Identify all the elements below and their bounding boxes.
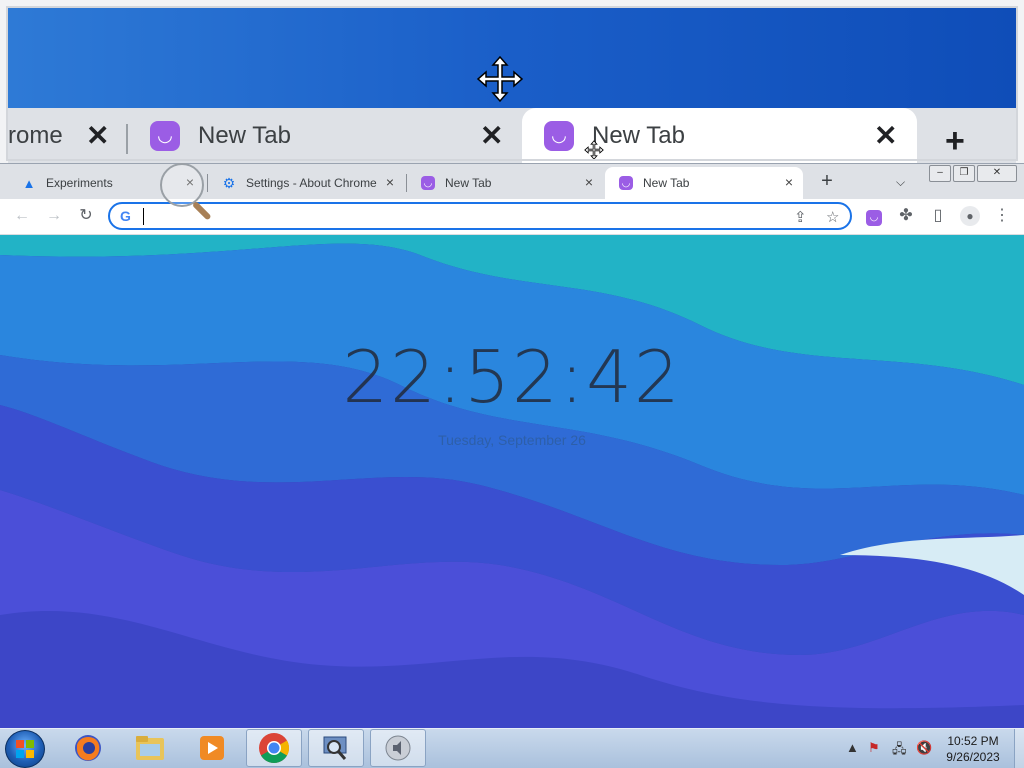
- extension-face-icon[interactable]: ◡: [862, 205, 886, 227]
- magnifier-view: rome ✕ ◡ New Tab ✕ ◡ New Tab ✕ +: [0, 0, 1024, 164]
- new-tab-page: 22:52:42 Tuesday, September 26: [0, 235, 1024, 728]
- gear-icon: ⚙: [222, 174, 236, 191]
- back-button[interactable]: ←: [10, 205, 34, 227]
- show-desktop-button[interactable]: [1014, 729, 1024, 768]
- network-icon[interactable]: 🖧: [892, 740, 907, 762]
- tab-label: New Tab: [643, 176, 690, 190]
- taskbar-sound[interactable]: [370, 729, 426, 767]
- chevron-down-icon[interactable]: ⌵: [896, 170, 914, 194]
- tab-label: New Tab: [445, 176, 492, 190]
- text-cursor: [143, 208, 144, 225]
- profile-icon[interactable]: ●: [958, 205, 982, 227]
- close-window-button[interactable]: ✕: [977, 165, 1017, 182]
- close-icon[interactable]: ×: [785, 174, 793, 190]
- close-icon[interactable]: ×: [585, 174, 593, 190]
- tab-label: New Tab: [592, 121, 685, 149]
- address-input[interactable]: [142, 207, 746, 227]
- show-hidden-icons[interactable]: ▲: [846, 740, 859, 755]
- tab-separator: [126, 124, 128, 154]
- magnified-tab-new-tab: ◡ New Tab ✕: [150, 108, 510, 163]
- tray-time: 10:52 PM: [947, 734, 999, 748]
- extension-face-icon: ◡: [619, 176, 633, 190]
- chrome-icon: [259, 733, 290, 764]
- date-display: Tuesday, September 26: [438, 432, 586, 448]
- taskbar-media-player[interactable]: [184, 729, 240, 767]
- bookmark-star-icon[interactable]: ☆: [826, 208, 839, 226]
- action-center-flag-icon[interactable]: ⚑: [868, 740, 880, 756]
- magnifier-lens-icon: [160, 163, 204, 207]
- share-icon[interactable]: ⇪: [794, 208, 807, 226]
- forward-button[interactable]: →: [42, 205, 66, 227]
- tab-label: rome: [8, 121, 63, 149]
- puzzle-icon[interactable]: ✤: [894, 205, 918, 227]
- minimize-button[interactable]: –: [929, 165, 951, 182]
- magnified-tab-settings: rome ✕: [8, 108, 128, 163]
- system-clock[interactable]: 10:52 PM 9/26/2023: [938, 733, 1008, 765]
- volume-muted-icon[interactable]: 🔇: [916, 740, 932, 756]
- folder-icon: [136, 736, 164, 760]
- close-icon: ✕: [86, 120, 110, 151]
- tab-new-tab[interactable]: ◡ New Tab ×: [407, 167, 603, 199]
- tab-label: Settings - About Chrome: [246, 176, 377, 190]
- new-tab-button[interactable]: +: [814, 170, 840, 194]
- media-player-icon: [200, 736, 224, 760]
- tab-settings[interactable]: ⚙ Settings - About Chrome ×: [208, 167, 404, 199]
- google-icon: G: [120, 208, 131, 224]
- menu-icon[interactable]: ⋮: [990, 205, 1014, 227]
- start-button[interactable]: [5, 730, 45, 768]
- taskbar-magnifier[interactable]: [308, 729, 364, 767]
- extension-face-icon: ◡: [421, 176, 435, 190]
- magnifier-app-icon: [323, 736, 347, 760]
- windows-logo-icon: [16, 740, 34, 758]
- speaker-icon: [385, 735, 411, 761]
- taskbar-explorer[interactable]: [122, 729, 178, 767]
- reload-button[interactable]: ↻: [74, 205, 98, 227]
- tab-new-tab-active[interactable]: ◡ New Tab ×: [605, 167, 803, 199]
- taskbar-firefox[interactable]: [60, 729, 116, 767]
- side-panel-icon[interactable]: ▯: [926, 205, 950, 227]
- clock-display: 22:52:42: [342, 335, 682, 419]
- extension-face-icon: ◡: [544, 120, 574, 151]
- firefox-icon: [75, 735, 101, 761]
- tab-label: New Tab: [198, 121, 291, 149]
- wave-background: [0, 235, 1024, 728]
- taskbar-chrome[interactable]: [246, 729, 302, 767]
- tray-date: 9/26/2023: [946, 750, 1000, 764]
- close-icon: ✕: [874, 120, 898, 151]
- close-icon: ✕: [480, 120, 504, 151]
- magnified-new-tab-button: +: [945, 122, 965, 160]
- move-cursor-icon: [476, 55, 524, 103]
- small-move-cursor-icon: [584, 140, 604, 160]
- restore-button[interactable]: ❐: [953, 165, 975, 182]
- flask-icon: ▲: [22, 175, 36, 191]
- omnibox[interactable]: G ⇪ ☆: [108, 202, 852, 230]
- tab-label: Experiments: [46, 176, 113, 190]
- close-icon[interactable]: ×: [386, 174, 394, 190]
- extension-face-icon: ◡: [150, 120, 180, 151]
- magnified-tab-new-tab-active: ◡ New Tab ✕: [522, 108, 917, 163]
